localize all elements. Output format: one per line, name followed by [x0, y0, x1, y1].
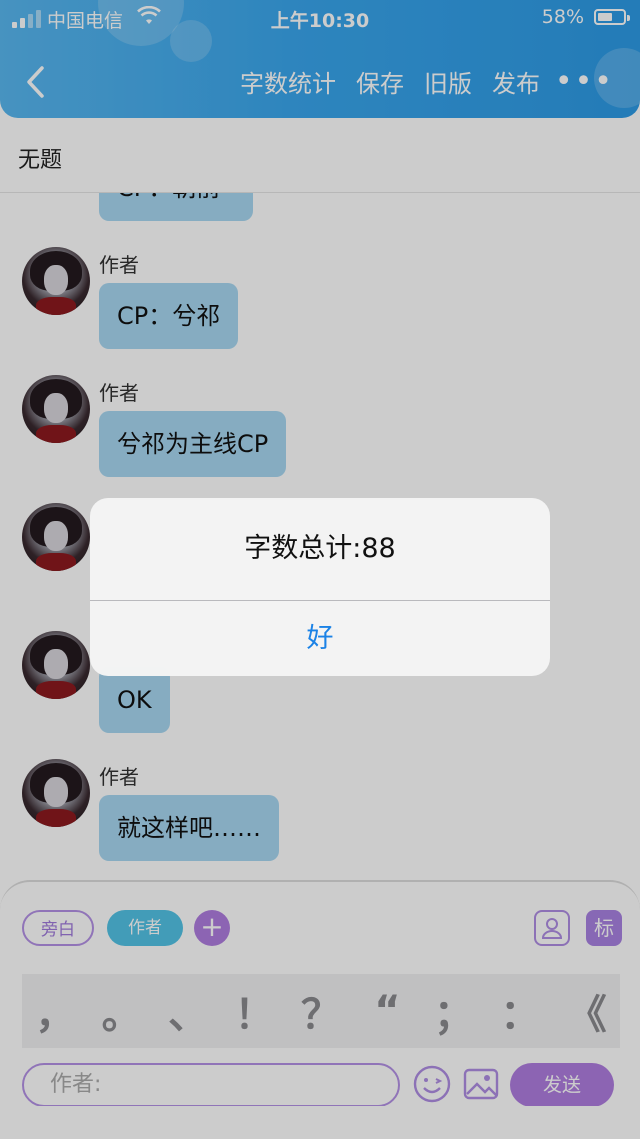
- word-count-dialog: 字数总计:88 好: [90, 498, 550, 676]
- dialog-ok-button[interactable]: 好: [90, 601, 550, 676]
- dialog-message: 字数总计:88: [244, 533, 396, 564]
